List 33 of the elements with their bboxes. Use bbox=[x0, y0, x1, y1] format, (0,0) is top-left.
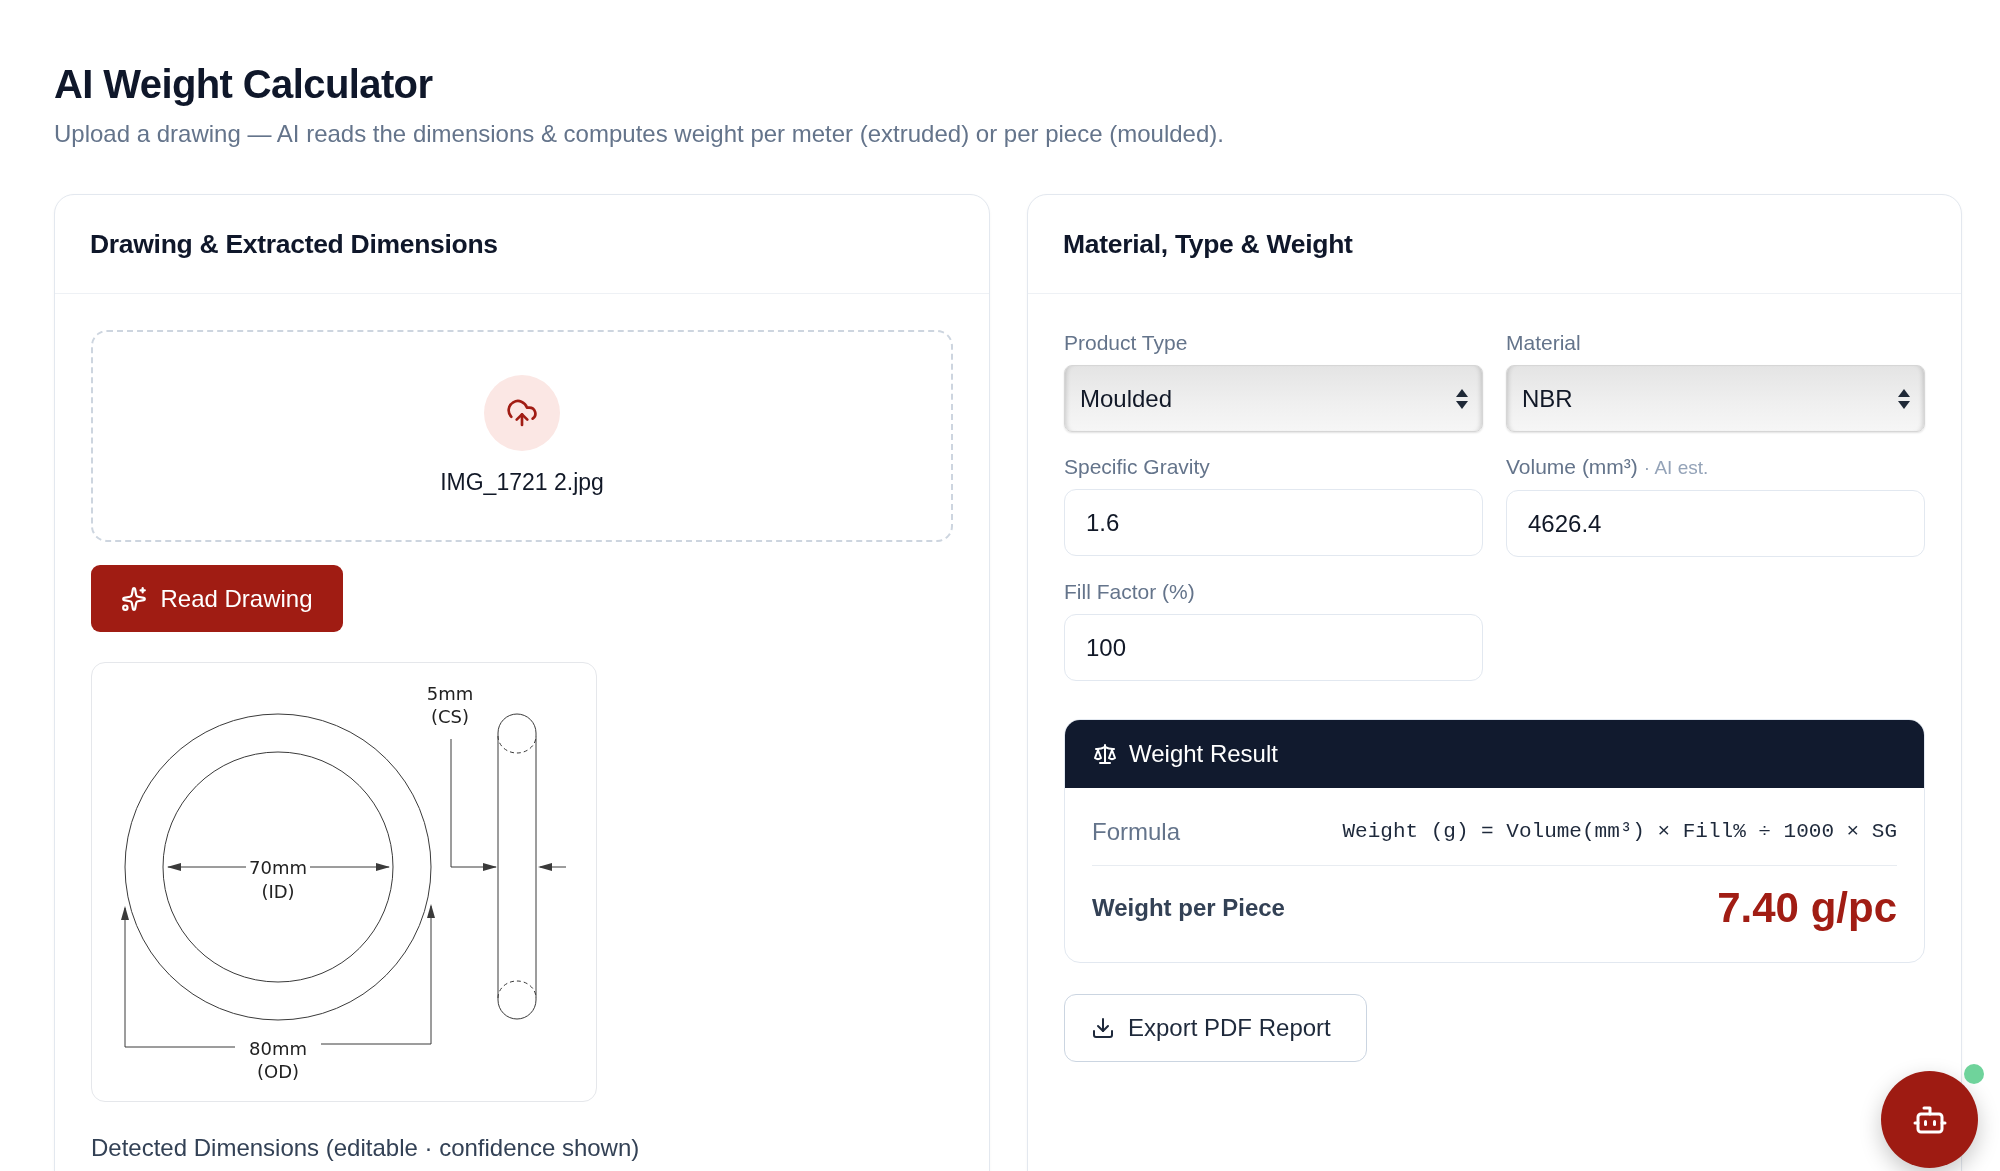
dimension-label: 70mm (ID) bbox=[249, 857, 307, 902]
formula-text: Weight (g) = Volume(mm³) × Fill% ÷ 1000 × SG bbox=[1342, 819, 1897, 845]
select-field[interactable]: Moulded bbox=[1064, 365, 1483, 432]
weight-label: Weight per Piece bbox=[1092, 893, 1285, 923]
weight-value: 7.40 g/pc bbox=[1717, 883, 1897, 933]
sparkles-icon bbox=[121, 585, 148, 612]
upload-dropzone[interactable]: IMG_1721 2.jpg bbox=[91, 330, 953, 542]
input-field[interactable]: 100 bbox=[1064, 614, 1483, 681]
file-name: IMG_1721 2.jpg bbox=[440, 468, 604, 497]
card-title: Material, Type & Weight bbox=[1063, 228, 1353, 260]
field-label: Specific Gravity bbox=[1064, 455, 1210, 479]
input-field[interactable]: 1.6 bbox=[1064, 489, 1483, 556]
page-title: AI Weight Calculator bbox=[54, 61, 433, 108]
input-field[interactable]: 4626.4 bbox=[1506, 490, 1925, 557]
formula-label: Formula bbox=[1092, 817, 1181, 847]
sort-arrows-icon bbox=[1456, 388, 1468, 409]
scale-icon bbox=[1093, 742, 1117, 766]
dimension-label: 5mm (CS) bbox=[426, 683, 474, 727]
sort-arrows-icon bbox=[1898, 388, 1910, 409]
download-icon bbox=[1091, 1016, 1115, 1040]
read-drawing-button[interactable]: Read Drawing bbox=[91, 565, 343, 632]
section-heading: Detected Dimensions (editable · confidence shown) bbox=[91, 1133, 640, 1163]
select-field[interactable]: NBR bbox=[1506, 365, 1925, 432]
page-subtitle: Upload a drawing — AI reads the dimensions & computes weight per meter (extruded) or per piece (moulded). bbox=[54, 119, 1224, 149]
dimension-label: 80mm (OD) bbox=[249, 1038, 307, 1082]
field-label: Material bbox=[1506, 331, 1581, 355]
result-title: Weight Result bbox=[1129, 739, 1278, 769]
card-title: Drawing & Extracted Dimensions bbox=[90, 228, 498, 260]
field-label: Volume (mm³) bbox=[1506, 455, 1638, 479]
field-note: · AI est. bbox=[1643, 456, 1709, 480]
export-pdf-button[interactable]: Export PDF Report bbox=[1064, 994, 1367, 1062]
field-label: Product Type bbox=[1064, 331, 1188, 355]
field-label: Fill Factor (%) bbox=[1064, 580, 1195, 604]
